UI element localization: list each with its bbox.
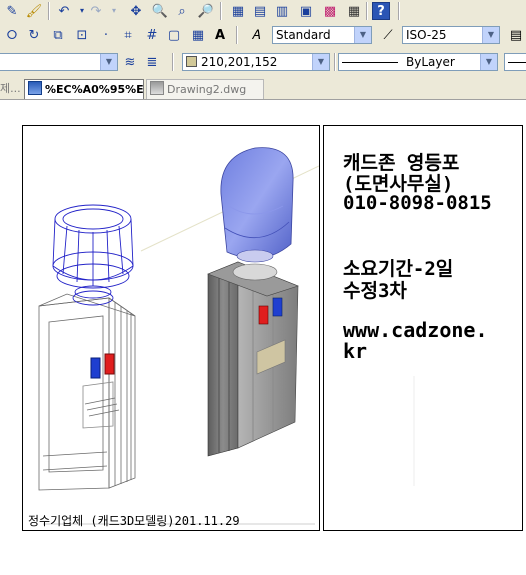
text-icon[interactable]: A bbox=[210, 25, 230, 45]
color-value: 210,201,152 bbox=[201, 55, 278, 69]
chevron-down-icon[interactable]: ▼ bbox=[482, 27, 499, 43]
zoom-window-icon[interactable]: ⌕ bbox=[172, 1, 192, 21]
linetype-combo[interactable]: ByLayer ▼ bbox=[338, 53, 498, 71]
model-viewport[interactable]: 정수기업체 (캐드3D모델링)201.11.29 bbox=[22, 125, 320, 531]
text-style-value: Standard bbox=[276, 28, 331, 42]
wireframe-bottle bbox=[52, 204, 134, 306]
note-phone: 010-8098-0815 bbox=[343, 192, 492, 214]
layer-combo[interactable]: ▼ bbox=[0, 53, 118, 71]
view-icon[interactable]: ⧉ bbox=[48, 25, 68, 45]
wireframe-purifier bbox=[38, 293, 136, 491]
redo-dropdown-icon[interactable]: ▾ bbox=[104, 1, 124, 21]
properties-toolbar: ▼ ≋ ≣ 210,201,152 ▼ ByLayer ▼ bbox=[0, 51, 526, 75]
drawing-caption: 정수기업체 (캐드3D모델링)201.11.29 bbox=[28, 514, 240, 528]
toolbar-separator bbox=[48, 2, 50, 20]
chevron-down-icon[interactable]: ▼ bbox=[354, 27, 371, 43]
toolbar-separator bbox=[366, 2, 368, 20]
orbit-icon[interactable]: ⭘ bbox=[2, 25, 22, 45]
help-icon[interactable]: ? bbox=[372, 2, 390, 20]
drawing-canvas[interactable]: 정수기업체 (캐드3D모델링)201.11.29 캐드존 영등포 (도면사무실)… bbox=[0, 100, 526, 575]
chevron-down-icon[interactable]: ▼ bbox=[480, 54, 497, 70]
drawing-file-icon bbox=[150, 81, 164, 95]
redo-icon[interactable]: ↷ bbox=[86, 1, 106, 21]
toolbar-separator bbox=[334, 53, 336, 71]
tab-label: Drawing2.dwg bbox=[167, 83, 247, 96]
undo-icon[interactable]: ↶ bbox=[54, 1, 74, 21]
chevron-down-icon[interactable]: ▼ bbox=[312, 54, 329, 70]
tab-document-active[interactable]: %EC%A0%95%EC... bbox=[24, 79, 144, 99]
color-combo[interactable]: 210,201,152 ▼ bbox=[182, 53, 330, 71]
shaded-purifier bbox=[207, 147, 299, 457]
dim-style-icon[interactable]: ⟋ bbox=[378, 25, 398, 45]
text-style-combo[interactable]: Standard ▼ bbox=[272, 26, 372, 44]
free-orbit-icon[interactable]: ↻ bbox=[24, 25, 44, 45]
lineweight-combo[interactable] bbox=[504, 53, 526, 71]
toolbar-separator bbox=[220, 2, 222, 20]
color-swatch bbox=[186, 56, 197, 67]
properties-icon[interactable]: ▦ bbox=[228, 1, 248, 21]
zoom-realtime-icon[interactable]: 🔍 bbox=[150, 1, 170, 21]
match-properties-icon[interactable]: 🖌 bbox=[24, 1, 44, 21]
dim-style-value: ISO-25 bbox=[406, 28, 447, 42]
note-website-cont: kr bbox=[343, 339, 368, 363]
crop-icon[interactable]: ⌗ bbox=[118, 25, 138, 45]
drawing-file-icon bbox=[28, 81, 42, 95]
linetype-sample bbox=[342, 62, 398, 63]
standard-toolbar: ✎ 🖌 ↶ ▾ ↷ ▾ ✥ 🔍 ⌕ 🔎 ▦ ▤ ▥ ▣ ▩ ▦ ? bbox=[0, 0, 526, 24]
chevron-down-icon[interactable]: ▼ bbox=[100, 54, 117, 70]
camera-icon[interactable]: ⊡ bbox=[72, 25, 92, 45]
design-center-icon[interactable]: ▤ bbox=[250, 1, 270, 21]
table-icon[interactable]: ▦ bbox=[188, 25, 208, 45]
tab-drawing2[interactable]: Drawing2.dwg bbox=[146, 79, 264, 99]
cold-tap bbox=[90, 357, 101, 379]
hot-tap bbox=[104, 353, 115, 375]
notes-viewport[interactable]: 캐드존 영등포 (도면사무실) 010-8098-0815 소요기간-2일 수정… bbox=[323, 125, 523, 531]
table-style-icon[interactable]: ▤ bbox=[506, 25, 526, 45]
toolbar-separator bbox=[398, 2, 400, 20]
tab-document-1[interactable]: 제... bbox=[0, 79, 22, 98]
water-purifier-model bbox=[38, 147, 319, 525]
toolbar-separator bbox=[172, 53, 174, 71]
lineweight-sample bbox=[508, 62, 526, 63]
calculator-icon[interactable]: ▦ bbox=[344, 1, 364, 21]
markup-icon[interactable]: ▩ bbox=[320, 1, 340, 21]
styles-toolbar: ⭘ ↻ ⧉ ⊡ · ⌗ # ▢ ▦ A 𝐴 Standard ▼ ⟋ ISO-2… bbox=[0, 24, 526, 48]
toolbar-separator bbox=[236, 26, 238, 44]
text-style-icon[interactable]: 𝐴 bbox=[246, 25, 266, 45]
layer-previous-icon[interactable]: ≣ bbox=[142, 52, 162, 72]
linetype-value: ByLayer bbox=[406, 55, 455, 69]
tool-palettes-icon[interactable]: ▥ bbox=[272, 1, 292, 21]
pencil-icon[interactable]: ✎ bbox=[2, 1, 22, 21]
note-revision: 수정3차 bbox=[343, 280, 407, 302]
tab-label: 제... bbox=[0, 82, 21, 95]
layer-make-current-icon[interactable]: ≋ bbox=[120, 52, 140, 72]
hatch-icon[interactable]: # bbox=[142, 25, 162, 45]
zoom-previous-icon[interactable]: 🔎 bbox=[196, 1, 216, 21]
region-icon[interactable]: ▢ bbox=[164, 25, 184, 45]
point-icon[interactable]: · bbox=[96, 25, 116, 45]
dim-style-combo[interactable]: ISO-25 ▼ bbox=[402, 26, 500, 44]
tab-label: %EC%A0%95%EC... bbox=[45, 83, 144, 96]
sheet-set-icon[interactable]: ▣ bbox=[296, 1, 316, 21]
pan-icon[interactable]: ✥ bbox=[126, 1, 146, 21]
document-tabs: 제... %EC%A0%95%EC... Drawing2.dwg bbox=[0, 77, 526, 100]
